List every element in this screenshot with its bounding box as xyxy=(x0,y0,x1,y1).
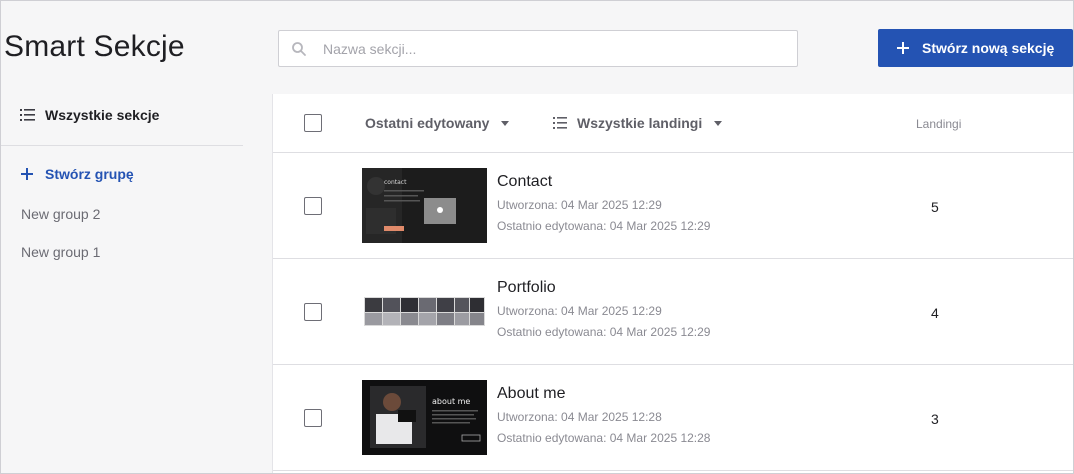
search-icon xyxy=(292,42,306,56)
list-icon xyxy=(20,109,35,121)
create-group-label: Stwórz grupę xyxy=(45,166,134,182)
create-group-button[interactable]: Stwórz grupę xyxy=(20,166,134,182)
section-thumbnail: about me xyxy=(362,380,487,455)
create-section-label: Stwórz nową sekcję xyxy=(922,40,1055,56)
search-field[interactable] xyxy=(278,30,798,67)
select-all-checkbox[interactable] xyxy=(304,114,322,132)
section-name[interactable]: Contact xyxy=(497,173,552,191)
plus-icon xyxy=(897,42,909,54)
page-title: Smart Sekcje xyxy=(4,30,185,63)
row-checkbox[interactable] xyxy=(304,409,322,427)
created-date: Utworzona: 04 Mar 2025 12:29 xyxy=(497,198,662,212)
section-name[interactable]: About me xyxy=(497,385,565,403)
plus-icon xyxy=(21,168,33,180)
created-date: Utworzona: 04 Mar 2025 12:29 xyxy=(497,304,662,318)
edited-date: Ostatnio edytowana: 04 Mar 2025 12:28 xyxy=(497,431,711,445)
landings-count: 4 xyxy=(931,305,939,321)
created-date: Utworzona: 04 Mar 2025 12:28 xyxy=(497,410,662,424)
caret-down-icon xyxy=(501,120,510,126)
sidebar-divider xyxy=(0,145,243,146)
table-header: Ostatni edytowany Wszystkie landingi Lan… xyxy=(273,94,1074,153)
edited-date: Ostatnio edytowana: 04 Mar 2025 12:29 xyxy=(497,325,711,339)
edited-date: Ostatnio edytowana: 04 Mar 2025 12:29 xyxy=(497,219,711,233)
landings-count: 3 xyxy=(931,411,939,427)
sort-label: Ostatni edytowany xyxy=(365,115,490,131)
table-row[interactable]: Portfolio Utworzona: 04 Mar 2025 12:29 O… xyxy=(273,259,1074,365)
table-row[interactable]: contact Contact Utworzona: 04 Mar 2025 1… xyxy=(273,153,1074,259)
row-checkbox[interactable] xyxy=(304,303,322,321)
sidebar-item-group[interactable]: New group 2 xyxy=(21,206,100,222)
list-icon xyxy=(553,117,567,129)
caret-down-icon xyxy=(714,120,723,126)
sidebar-item-label: Wszystkie sekcje xyxy=(45,107,160,123)
section-name[interactable]: Portfolio xyxy=(497,279,556,297)
sidebar-item-all-sections[interactable]: Wszystkie sekcje xyxy=(20,107,159,123)
landing-filter-dropdown[interactable]: Wszystkie landingi xyxy=(553,115,723,131)
table-row[interactable]: about me About me Utworzona: 04 Mar 2025… xyxy=(273,365,1074,471)
landings-count: 5 xyxy=(931,199,939,215)
sidebar-item-group[interactable]: New group 1 xyxy=(21,244,100,260)
sort-dropdown[interactable]: Ostatni edytowany xyxy=(365,115,510,131)
column-header-landings: Landingi xyxy=(916,117,962,131)
create-section-button[interactable]: Stwórz nową sekcję xyxy=(878,29,1073,67)
filter-label: Wszystkie landingi xyxy=(577,115,703,131)
search-input[interactable] xyxy=(323,31,783,66)
section-thumbnail: contact xyxy=(362,168,487,243)
section-thumbnail xyxy=(362,274,487,349)
sections-table: Ostatni edytowany Wszystkie landingi Lan… xyxy=(272,94,1074,474)
thumb-title-text: contact xyxy=(384,179,407,186)
thumb-title-text: about me xyxy=(432,397,470,406)
row-checkbox[interactable] xyxy=(304,197,322,215)
